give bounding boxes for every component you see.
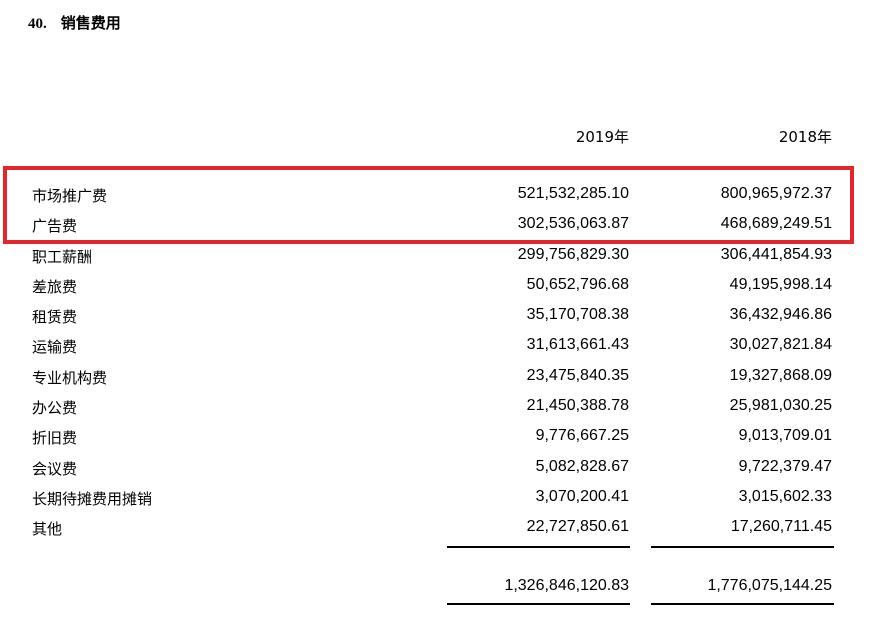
value-2018: 468,689,249.51 [720, 215, 832, 233]
value-2019: 31,613,661.43 [526, 336, 629, 354]
table-row: 租赁费 35,170,708.38 36,432,946.86 [0, 302, 879, 332]
table-row: 其他 22,727,850.61 17,260,711.45 [0, 514, 879, 544]
row-label: 差旅费 [32, 277, 78, 296]
table-row: 会议费 5,082,828.67 9,722,379.47 [0, 454, 879, 484]
subtotal-rule-2019 [447, 546, 630, 548]
row-label: 运输费 [32, 338, 78, 357]
row-label: 会议费 [32, 459, 78, 478]
value-2019: 9,776,667.25 [535, 427, 629, 445]
subtotal-rule-2018 [651, 546, 834, 548]
row-label: 办公费 [32, 399, 78, 418]
value-2018: 9,013,709.01 [738, 427, 832, 445]
row-label: 长期待摊费用摊销 [32, 489, 153, 508]
value-2019: 5,082,828.67 [535, 457, 629, 475]
value-2019: 521,532,285.10 [517, 185, 629, 202]
value-2019: 299,756,829.30 [517, 245, 629, 263]
total-row: 1,326,846,120.83 1,776,075,144.25 [0, 573, 879, 601]
value-2019: 50,652,796.68 [526, 275, 629, 293]
value-2018: 19,327,868.09 [729, 366, 832, 384]
table-row: 差旅费 50,652,796.68 49,195,998.14 [0, 272, 879, 302]
table-row: 市场推广费 521,532,285.10 800,965,972.37 [0, 181, 879, 211]
total-2019: 1,326,846,120.83 [504, 577, 629, 594]
value-2018: 306,441,854.93 [720, 245, 832, 263]
table-row: 专业机构费 23,475,840.35 19,327,868.09 [0, 363, 879, 393]
table-row: 广告费 302,536,063.87 468,689,249.51 [0, 211, 879, 241]
row-label: 职工薪酬 [32, 247, 93, 266]
value-2018: 3,015,602.33 [738, 487, 832, 505]
value-2018: 17,260,711.45 [730, 518, 832, 536]
value-2018: 30,027,821.84 [729, 336, 832, 354]
value-2018: 49,195,998.14 [729, 275, 832, 293]
value-2019: 21,450,388.78 [526, 397, 629, 415]
column-header-2018: 2018年 [778, 128, 832, 146]
value-2019: 23,475,840.35 [526, 366, 629, 384]
value-2018: 25,981,030.25 [729, 397, 832, 415]
section-heading: 40. 销售费用 [28, 12, 121, 33]
table-row: 办公费 21,450,388.78 25,981,030.25 [0, 393, 879, 423]
value-2019: 302,536,063.87 [517, 215, 629, 233]
value-2018: 9,722,379.47 [738, 457, 832, 475]
row-label: 租赁费 [32, 308, 78, 327]
expense-table: 市场推广费 521,532,285.10 800,965,972.37 广告费 … [0, 181, 879, 545]
table-row: 折旧费 9,776,667.25 9,013,709.01 [0, 423, 879, 453]
total-rule-2018 [651, 603, 834, 605]
value-2018: 800,965,972.37 [720, 185, 832, 202]
section-number: 40. [28, 16, 47, 32]
table-row: 职工薪酬 299,756,829.30 306,441,854.93 [0, 242, 879, 272]
row-label: 其他 [32, 520, 63, 539]
row-label: 广告费 [32, 217, 78, 236]
table-row: 运输费 31,613,661.43 30,027,821.84 [0, 332, 879, 362]
value-2019: 22,727,850.61 [526, 518, 629, 536]
table-row: 长期待摊费用摊销 3,070,200.41 3,015,602.33 [0, 484, 879, 514]
row-label: 折旧费 [32, 429, 78, 448]
row-label: 市场推广费 [32, 187, 108, 205]
value-2019: 3,070,200.41 [535, 487, 629, 505]
total-rule-2019 [447, 603, 630, 605]
column-header-2019: 2019年 [575, 128, 629, 146]
row-label: 专业机构费 [32, 368, 108, 387]
section-title: 销售费用 [60, 14, 121, 32]
value-2018: 36,432,946.86 [729, 306, 832, 324]
value-2019: 35,170,708.38 [526, 306, 629, 324]
total-2018: 1,776,075,144.25 [707, 577, 832, 594]
